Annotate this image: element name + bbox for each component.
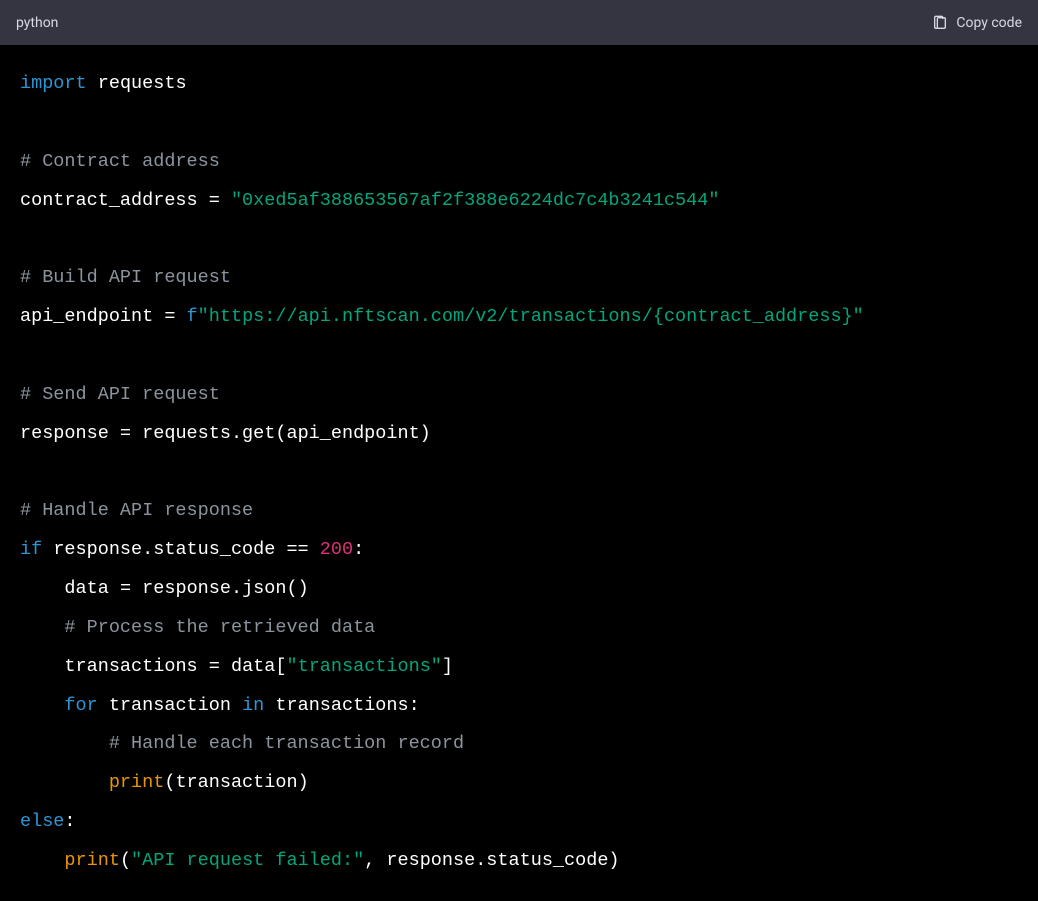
indent bbox=[20, 617, 64, 638]
condition: response.status_code == bbox=[42, 539, 320, 560]
comment: # Send API request bbox=[20, 384, 220, 405]
indent bbox=[20, 850, 64, 871]
keyword-import: import bbox=[20, 73, 87, 94]
expr: ] bbox=[442, 656, 453, 677]
colon: : bbox=[409, 695, 420, 716]
keyword-for: for bbox=[64, 695, 97, 716]
identifier: response bbox=[20, 423, 109, 444]
expr: data[ bbox=[231, 656, 287, 677]
function-call: print bbox=[64, 850, 120, 871]
iterable: transactions bbox=[264, 695, 408, 716]
comment: # Build API request bbox=[20, 267, 231, 288]
indent bbox=[20, 656, 64, 677]
operator: = bbox=[198, 656, 231, 677]
copy-code-label: Copy code bbox=[956, 15, 1022, 31]
indent bbox=[20, 733, 109, 754]
identifier: api_endpoint bbox=[20, 306, 153, 327]
operator: = bbox=[198, 190, 231, 211]
colon: : bbox=[64, 811, 75, 832]
comment: # Handle each transaction record bbox=[109, 733, 464, 754]
args: , response.status_code) bbox=[364, 850, 619, 871]
indent bbox=[20, 695, 64, 716]
f-prefix: f bbox=[187, 306, 198, 327]
args: (transaction) bbox=[164, 772, 308, 793]
keyword-else: else bbox=[20, 811, 64, 832]
clipboard-icon bbox=[932, 15, 948, 31]
string-literal: "0xed5af388653567af2f388e6224dc7c4b3241c… bbox=[231, 190, 719, 211]
operator: = bbox=[153, 306, 186, 327]
number-literal: 200 bbox=[320, 539, 353, 560]
colon: : bbox=[353, 539, 364, 560]
keyword-if: if bbox=[20, 539, 42, 560]
operator: = bbox=[109, 423, 142, 444]
paren: ( bbox=[120, 850, 131, 871]
function-call: print bbox=[109, 772, 165, 793]
identifier: transactions bbox=[64, 656, 197, 677]
identifier: contract_address bbox=[20, 190, 198, 211]
indent bbox=[20, 772, 109, 793]
comment: # Process the retrieved data bbox=[64, 617, 375, 638]
operator: = bbox=[109, 578, 142, 599]
indent bbox=[20, 578, 64, 599]
keyword-in: in bbox=[242, 695, 264, 716]
string-literal: "https://api.nftscan.com/v2/transactions… bbox=[198, 306, 864, 327]
loop-var: transaction bbox=[98, 695, 242, 716]
code-content: import requests # Contract address contr… bbox=[0, 45, 1038, 901]
call-expression: requests.get(api_endpoint) bbox=[142, 423, 431, 444]
comment: # Handle API response bbox=[20, 500, 253, 521]
copy-code-button[interactable]: Copy code bbox=[932, 15, 1022, 31]
module-name: requests bbox=[98, 73, 187, 94]
comment: # Contract address bbox=[20, 151, 220, 172]
string-literal: "transactions" bbox=[286, 656, 441, 677]
string-literal: "API request failed:" bbox=[131, 850, 364, 871]
language-label: python bbox=[16, 15, 58, 31]
identifier: data bbox=[64, 578, 108, 599]
call-expression: response.json() bbox=[142, 578, 309, 599]
code-block-header: python Copy code bbox=[0, 0, 1038, 45]
